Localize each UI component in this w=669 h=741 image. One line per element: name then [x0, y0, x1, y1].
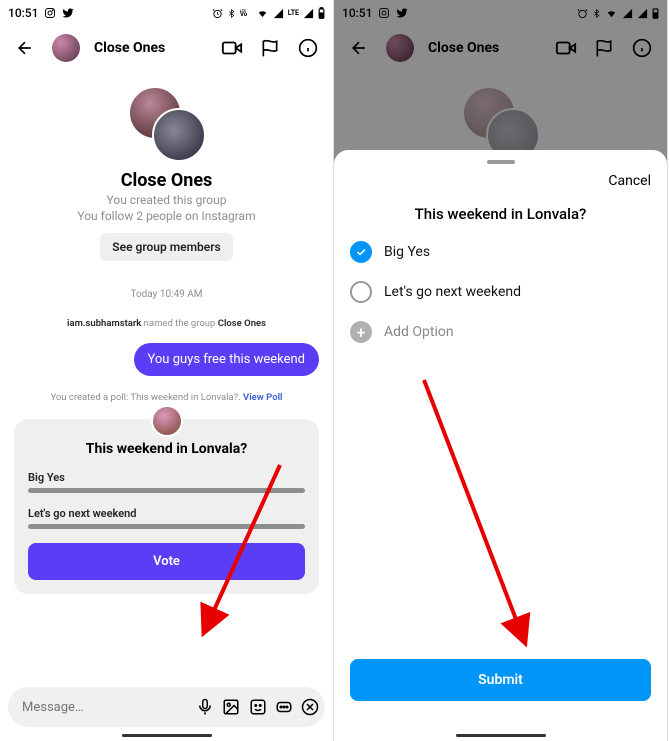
status-bar: 10:51 VoLTE LTE	[0, 0, 333, 26]
submit-button[interactable]: Submit	[350, 659, 651, 701]
signal-icon-2	[303, 8, 314, 19]
more-icon[interactable]	[275, 696, 293, 718]
sheet-question: This weekend in Lonvala?	[350, 205, 651, 223]
info-button[interactable]	[293, 33, 323, 63]
group-avatar-large[interactable]	[124, 86, 210, 162]
signal-icon	[273, 8, 284, 19]
poll-option-2[interactable]: Let's go next weekend	[28, 507, 305, 520]
option-row-1[interactable]: Big Yes	[350, 241, 651, 263]
add-option-label: Add Option	[384, 324, 454, 340]
gallery-icon[interactable]	[222, 696, 240, 718]
mic-icon[interactable]	[196, 696, 214, 718]
group-avatar-small[interactable]	[52, 34, 80, 62]
message-input[interactable]	[22, 700, 188, 715]
volte-icon: VoLTE	[240, 8, 252, 18]
poll-created-text: You created a poll: This weekend in Lonv…	[14, 392, 319, 403]
sheet-grabber[interactable]	[487, 160, 515, 164]
video-call-button[interactable]	[217, 33, 247, 63]
svg-text:LTE: LTE	[240, 8, 247, 13]
group-subtitle-2: You follow 2 people on Instagram	[14, 209, 319, 223]
sticker-icon[interactable]	[248, 696, 266, 718]
lte-label: LTE	[288, 9, 299, 17]
poll-card-wrap: This weekend in Lonvala? Big Yes Let's g…	[14, 419, 319, 594]
battery-icon	[318, 7, 325, 19]
timestamp: Today 10:49 AM	[14, 289, 319, 300]
wifi-icon	[256, 8, 269, 19]
see-members-button[interactable]: See group members	[100, 233, 232, 261]
option-1-label: Big Yes	[384, 244, 430, 260]
instagram-icon	[44, 7, 56, 19]
screenshot-left: 10:51 VoLTE LTE Close Ones	[0, 0, 334, 741]
radio-unchecked-icon[interactable]	[350, 281, 372, 303]
option-row-2[interactable]: Let's go next weekend	[350, 281, 651, 303]
outgoing-message[interactable]: You guys free this weekend	[134, 343, 320, 376]
add-option-row[interactable]: + Add Option	[350, 321, 651, 343]
chat-header: Close Ones	[0, 26, 333, 70]
bluetooth-icon	[227, 8, 236, 19]
chat-body: Close Ones You created this group You fo…	[0, 70, 333, 602]
poll-question: This weekend in Lonvala?	[28, 441, 305, 457]
option-2-label: Let's go next weekend	[384, 284, 521, 300]
poll-bar-2	[28, 524, 305, 529]
system-message: iam.subhamstark named the group Close On…	[14, 318, 319, 329]
message-composer[interactable]	[8, 687, 325, 727]
view-poll-link[interactable]: View Poll	[243, 392, 282, 403]
back-button[interactable]	[10, 33, 40, 63]
poll-bar-1	[28, 488, 305, 493]
group-name: Close Ones	[14, 170, 319, 191]
cancel-button[interactable]: Cancel	[608, 173, 651, 189]
radio-checked-icon[interactable]	[350, 241, 372, 263]
close-icon[interactable]	[301, 696, 319, 718]
flag-button[interactable]	[255, 33, 285, 63]
alarm-icon	[212, 8, 223, 19]
poll-vote-sheet: Cancel This weekend in Lonvala? Big Yes …	[334, 150, 667, 741]
status-time: 10:51	[8, 6, 38, 20]
home-indicator[interactable]	[456, 734, 546, 737]
poll-card: This weekend in Lonvala? Big Yes Let's g…	[14, 419, 319, 594]
plus-icon[interactable]: +	[350, 321, 372, 343]
header-title[interactable]: Close Ones	[94, 40, 165, 56]
vote-button[interactable]: Vote	[28, 543, 305, 580]
group-subtitle-1: You created this group	[14, 193, 319, 207]
poll-option-1[interactable]: Big Yes	[28, 471, 305, 484]
twitter-icon	[62, 7, 74, 19]
screenshot-right: 10:51 Close Ones	[334, 0, 668, 741]
home-indicator[interactable]	[122, 734, 212, 737]
poll-author-avatar[interactable]	[151, 405, 183, 437]
